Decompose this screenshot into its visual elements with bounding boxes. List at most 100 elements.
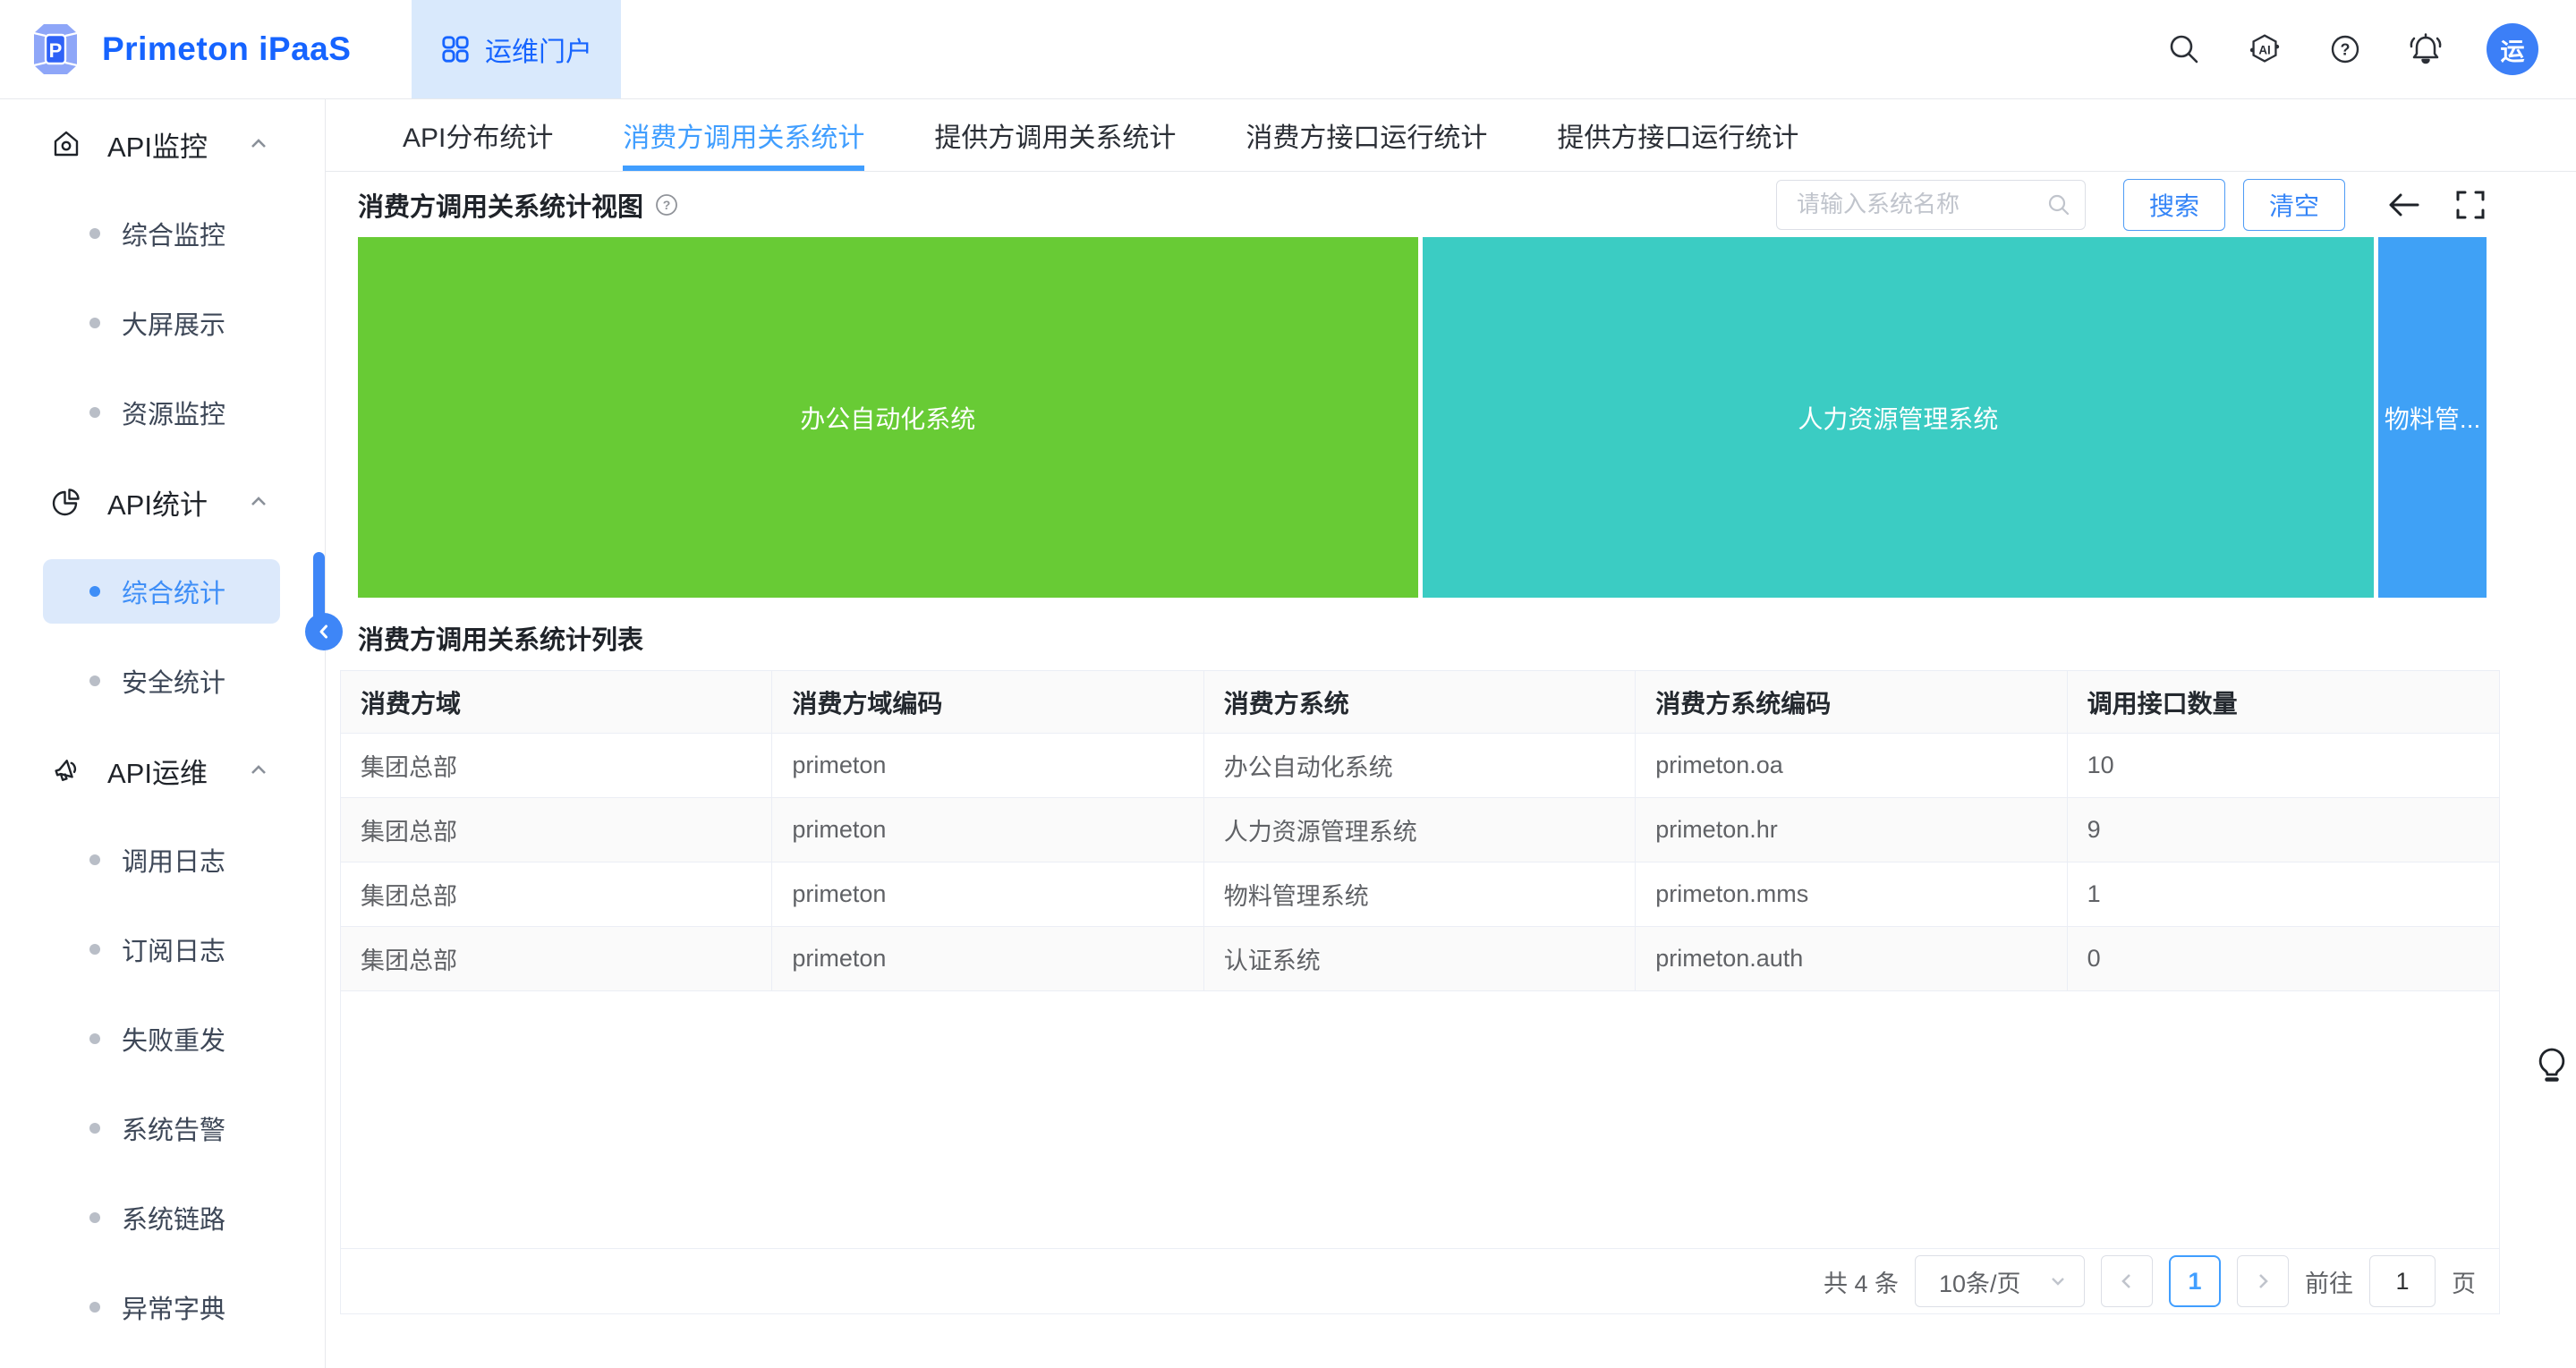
sidebar-group-label: API运维 [107, 751, 208, 791]
topbar-actions: AI ? 运 [2164, 0, 2576, 98]
bullet-dot-icon [89, 1033, 100, 1044]
top-bar: P Primeton iPaaS 运维门户 AI [0, 0, 2576, 99]
view-header: 消费方调用关系统计视图 ? 搜索 清空 [326, 172, 2576, 237]
tab-api-distribution[interactable]: API分布统计 [403, 99, 553, 171]
chevron-up-icon [246, 489, 271, 514]
help-circle-icon[interactable]: ? [654, 192, 679, 217]
lightbulb-icon[interactable] [2531, 1045, 2572, 1092]
view-title: 消费方调用关系统计视图 ? [358, 186, 679, 224]
bullet-dot-icon [89, 854, 100, 865]
goto-label: 前往 [2305, 1264, 2353, 1299]
sidebar-item-综合统计[interactable]: 综合统计 [0, 547, 325, 636]
tab-consumer-call-relation[interactable]: 消费方调用关系统计 [623, 99, 864, 171]
sidebar-item-异常字典[interactable]: 异常字典 [0, 1262, 325, 1352]
primeton-logo-icon: P [27, 21, 84, 78]
portal-tab-label: 运维门户 [485, 30, 592, 69]
bullet-dot-icon [89, 318, 100, 328]
sidebar-group-label: API统计 [107, 482, 208, 523]
back-arrow-icon[interactable] [2385, 185, 2424, 225]
sidebar-collapse-button[interactable] [305, 613, 343, 650]
sidebar-item-大屏展示[interactable]: 大屏展示 [0, 278, 325, 368]
clear-button[interactable]: 清空 [2243, 179, 2345, 231]
bullet-dot-icon [89, 676, 100, 686]
consumer-call-treemap: 办公自动化系统 人力资源管理系统 物料管... [358, 237, 2487, 598]
pagination: 共 4 条 10条/页 1 前 [341, 1248, 2499, 1313]
goto-page-input[interactable] [2369, 1255, 2436, 1307]
search-icon[interactable] [2164, 30, 2204, 69]
sidebar-item-失败重发[interactable]: 失败重发 [0, 994, 325, 1083]
apps-grid-icon [440, 34, 471, 64]
table-row[interactable]: 集团总部 primeton 办公自动化系统 primeton.oa 10 [341, 734, 2499, 798]
user-avatar[interactable]: 运 [2487, 23, 2538, 75]
bullet-dot-icon [89, 228, 100, 239]
sidebar-group-label: API监控 [107, 124, 208, 165]
column-header: 消费方系统 [1204, 671, 1636, 734]
svg-text:?: ? [2341, 41, 2351, 59]
table-row[interactable]: 集团总部 primeton 认证系统 primeton.auth 0 [341, 927, 2499, 991]
bullet-dot-icon [89, 586, 100, 597]
sidebar-group-api-monitor[interactable]: API监控 [0, 99, 325, 189]
chevron-left-icon [315, 623, 333, 641]
brand: P Primeton iPaaS [0, 0, 412, 98]
column-header: 消费方域 [341, 671, 772, 734]
treemap-block-mms[interactable]: 物料管... [2378, 237, 2487, 598]
view-controls: 搜索 清空 [1776, 179, 2490, 231]
ai-assistant-icon[interactable]: AI [2245, 30, 2284, 69]
table-empty-area [341, 991, 2499, 1248]
pagination-total: 共 4 条 [1824, 1264, 1899, 1299]
chevron-down-icon [2048, 1271, 2068, 1291]
table-row[interactable]: 集团总部 primeton 物料管理系统 primeton.mms 1 [341, 862, 2499, 927]
column-header: 消费方系统编码 [1636, 671, 2067, 734]
sidebar-item-订阅日志[interactable]: 订阅日志 [0, 905, 325, 994]
svg-text:?: ? [663, 198, 671, 212]
megaphone-icon [50, 754, 82, 786]
help-icon[interactable]: ? [2325, 30, 2365, 69]
sidebar-item-系统链路[interactable]: 系统链路 [0, 1173, 325, 1262]
search-button[interactable]: 搜索 [2123, 179, 2225, 231]
chevron-up-icon [246, 132, 271, 157]
page-body: API监控 综合监控 大屏展示 资源监控 API统计 [0, 99, 2576, 1368]
brand-name: Primeton iPaaS [102, 30, 351, 68]
bullet-dot-icon [89, 1302, 100, 1313]
page-number-button[interactable]: 1 [2169, 1255, 2221, 1307]
sidebar-item-调用日志[interactable]: 调用日志 [0, 815, 325, 905]
sidebar: API监控 综合监控 大屏展示 资源监控 API统计 [0, 99, 326, 1368]
bullet-dot-icon [89, 1212, 100, 1223]
next-page-button[interactable] [2237, 1255, 2289, 1307]
notifications-bell-icon[interactable] [2406, 30, 2445, 69]
consumer-call-table: 消费方域 消费方域编码 消费方系统 消费方系统编码 调用接口数量 集团总部 pr… [340, 670, 2500, 1314]
tab-provider-call-relation[interactable]: 提供方调用关系统计 [934, 99, 1176, 171]
chevron-right-icon [2253, 1271, 2273, 1291]
sidebar-item-资源监控[interactable]: 资源监控 [0, 368, 325, 457]
sidebar-item-安全统计[interactable]: 安全统计 [0, 636, 325, 726]
sidebar-group-api-stats[interactable]: API统计 [0, 457, 325, 547]
treemap-block-hr[interactable]: 人力资源管理系统 [1423, 237, 2375, 598]
fullscreen-icon[interactable] [2451, 185, 2490, 225]
tab-consumer-api-run[interactable]: 消费方接口运行统计 [1245, 99, 1487, 171]
sidebar-group-api-ops[interactable]: API运维 [0, 726, 325, 815]
treemap-block-oa[interactable]: 办公自动化系统 [358, 237, 1418, 598]
main-content: API分布统计 消费方调用关系统计 提供方调用关系统计 消费方接口运行统计 提供… [326, 99, 2576, 1368]
page-size-select[interactable]: 10条/页 [1915, 1255, 2085, 1307]
prev-page-button[interactable] [2101, 1255, 2153, 1307]
sidebar-item-系统告警[interactable]: 系统告警 [0, 1083, 325, 1173]
column-header: 调用接口数量 [2068, 671, 2499, 734]
svg-text:P: P [49, 39, 63, 62]
list-title: 消费方调用关系统计列表 [358, 618, 2576, 658]
bullet-dot-icon [89, 407, 100, 418]
column-header: 消费方域编码 [772, 671, 1203, 734]
tab-provider-api-run[interactable]: 提供方接口运行统计 [1557, 99, 1798, 171]
chevron-up-icon [246, 758, 271, 783]
portal-tab[interactable]: 运维门户 [412, 0, 621, 98]
search-icon [2046, 192, 2071, 217]
svg-text:AI: AI [2258, 43, 2270, 56]
chevron-left-icon [2117, 1271, 2137, 1291]
table-row[interactable]: 集团总部 primeton 人力资源管理系统 primeton.hr 9 [341, 798, 2499, 862]
page-unit-label: 页 [2452, 1264, 2476, 1299]
system-name-search-input[interactable] [1776, 180, 2086, 230]
table-header-row: 消费方域 消费方域编码 消费方系统 消费方系统编码 调用接口数量 [341, 671, 2499, 734]
sidebar-item-综合监控[interactable]: 综合监控 [0, 189, 325, 278]
bullet-dot-icon [89, 1123, 100, 1134]
tab-bar: API分布统计 消费方调用关系统计 提供方调用关系统计 消费方接口运行统计 提供… [326, 99, 2576, 172]
pie-chart-icon [50, 486, 82, 518]
